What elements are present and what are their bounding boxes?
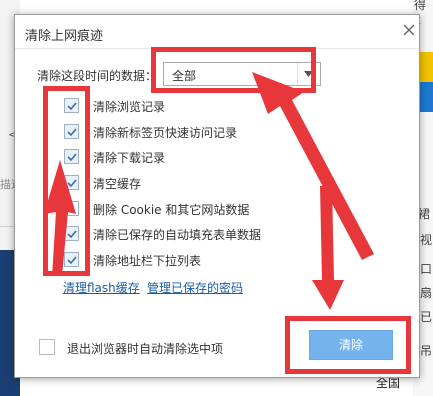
arrow-to-checkboxes (44, 160, 76, 276)
arrow-to-time-range (252, 72, 374, 260)
annotation-arrows (44, 72, 374, 310)
